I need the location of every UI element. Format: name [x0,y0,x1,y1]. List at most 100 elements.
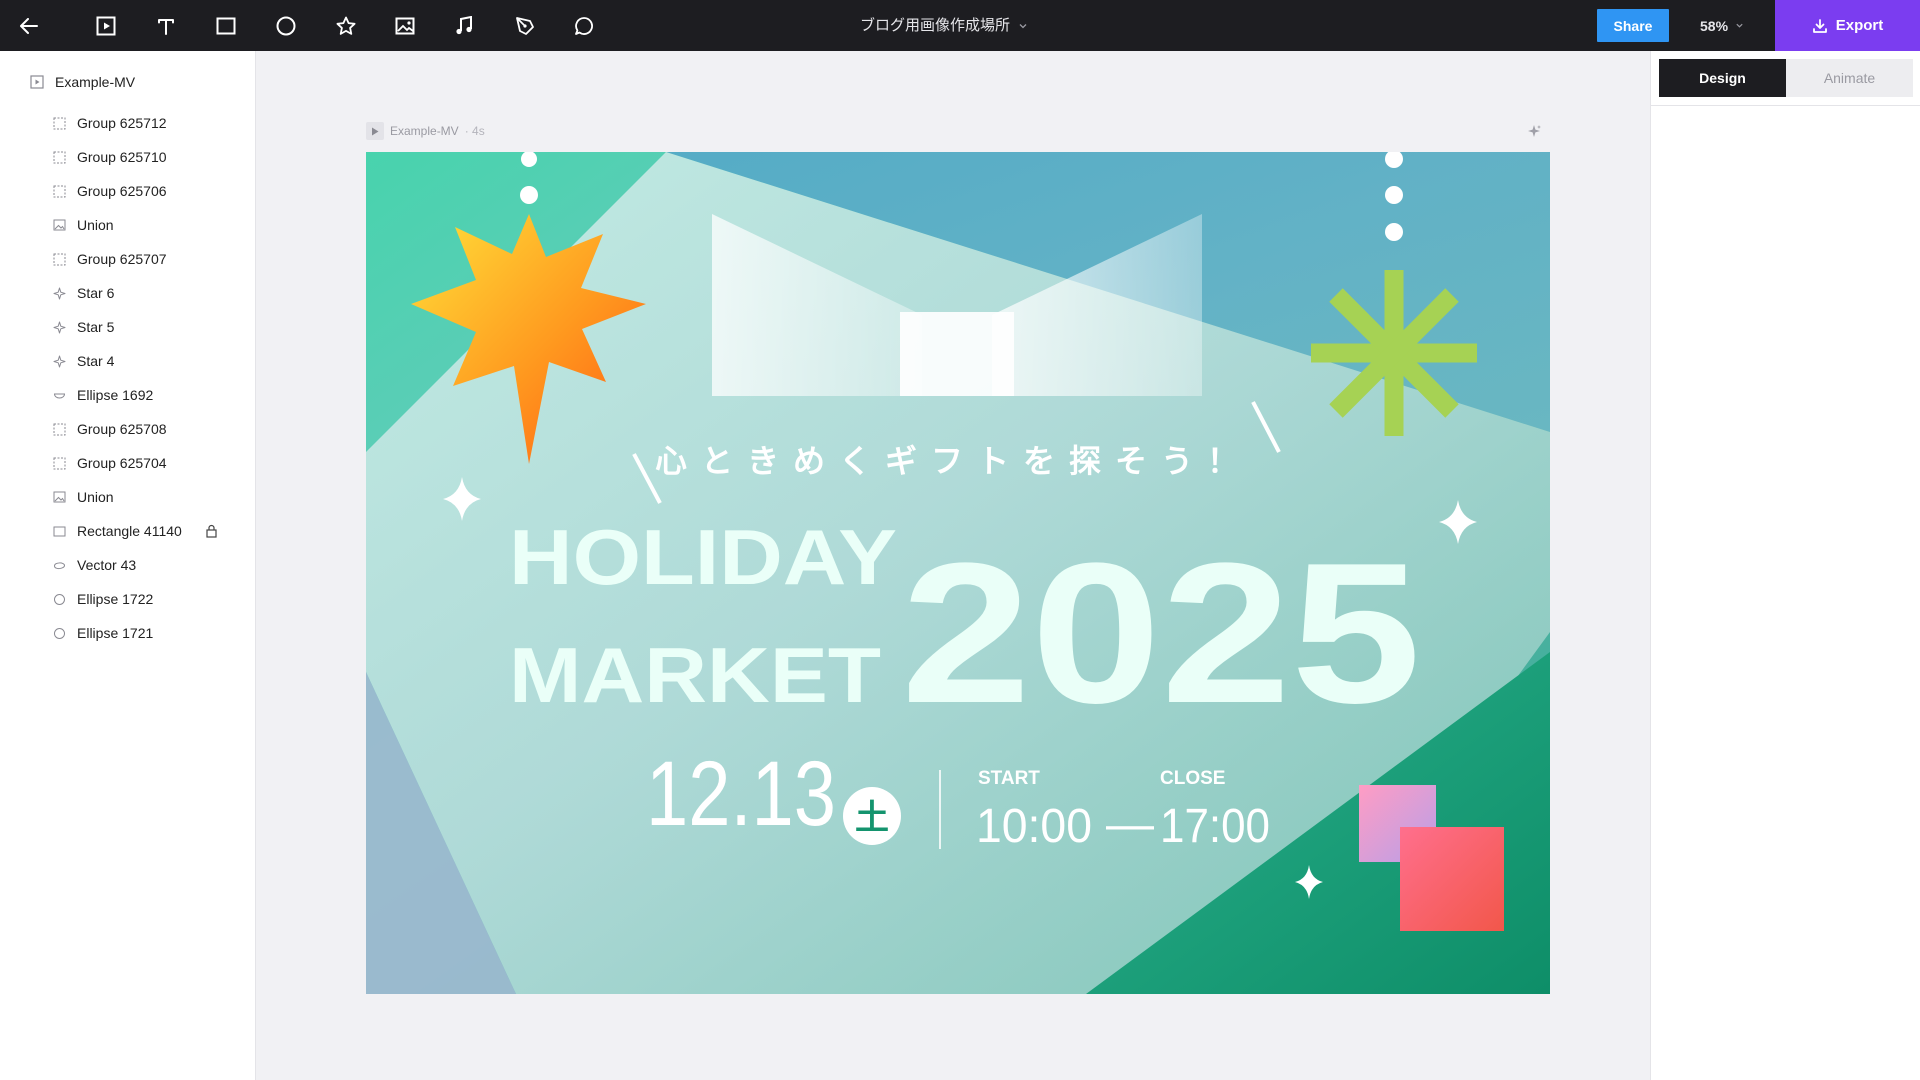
rectangle-tool-icon[interactable] [201,0,251,51]
tagline: 心ときめくギフトを探そう！ [655,442,1253,480]
download-icon [1812,18,1827,33]
layer-item-label: Star 4 [77,353,115,369]
group-icon [52,252,66,266]
layer-item[interactable]: Group 625707 [52,242,247,276]
zoom-level: 58% [1700,17,1729,34]
top-toolbar: ブログ用画像作成場所 Share 58% Export [0,0,1920,51]
layer-item[interactable]: Ellipse 1721 [52,616,247,650]
layer-list: Group 625712 Group 625710 Group 625706 Unio… [52,106,247,650]
layer-item[interactable]: Union [52,480,247,514]
event-date: 12.13 [646,743,836,845]
image-tool-icon[interactable] [380,0,430,51]
star-layer-icon [52,354,66,368]
layer-item-label: Group 625708 [77,421,167,437]
layer-item-label: Union [77,217,114,233]
zoom-dropdown[interactable]: 58% [1700,0,1744,51]
layer-item-label: Group 625704 [77,455,167,471]
layer-item[interactable]: Group 625708 [52,412,247,446]
layer-root-example-mv[interactable]: Example-MV [30,72,135,92]
ellipse-layer-icon [52,592,66,606]
sparkle-magic-icon[interactable] [1526,124,1542,145]
layer-item[interactable]: Ellipse 1692 [52,378,247,412]
star-tool-icon[interactable] [321,0,371,51]
group-icon [52,116,66,130]
layer-item-label: Union [77,489,114,505]
chevron-down-icon [1736,23,1743,28]
layer-item[interactable]: Star 6 [52,276,247,310]
pen-tool-icon[interactable] [500,0,550,51]
layer-item-label: Vector 43 [77,557,137,573]
layer-item[interactable]: Group 625706 [52,174,247,208]
star-layer-icon [52,286,66,300]
layer-item[interactable]: Vector 43 [52,548,247,582]
panel-tabs: Design Animate [1659,59,1913,97]
tab-animate[interactable]: Animate [1786,59,1913,97]
tab-design[interactable]: Design [1659,59,1786,97]
back-arrow-icon[interactable] [4,0,54,51]
group-icon [52,456,66,470]
audio-tool-icon[interactable] [439,0,489,51]
layer-item-label: Rectangle 41140 [77,523,182,539]
layer-item[interactable]: Star 4 [52,344,247,378]
comment-tool-icon[interactable] [559,0,609,51]
layer-item-label: Ellipse 1692 [77,387,154,403]
group-icon [52,422,66,436]
export-button[interactable]: Export [1775,0,1920,51]
title-line2: MARKET [509,631,881,719]
layer-item[interactable]: Group 625704 [52,446,247,480]
close-label: CLOSE [1160,768,1225,789]
red-square [1400,827,1504,931]
text-tool-icon[interactable] [141,0,191,51]
layer-item-label: Group 625710 [77,149,167,165]
export-label: Export [1835,17,1884,34]
layer-item[interactable]: Rectangle 41140 [52,514,247,548]
frame-icon [30,75,44,89]
layer-item-label: Group 625706 [77,183,167,199]
layers-panel: Example-MV Group 625712 Group 625710 Group… [0,51,256,1080]
frame-name: Example-MV [390,124,459,138]
frame-duration: · 4s [464,124,485,138]
half-ellipse-icon [52,388,66,402]
artboard-example-mv[interactable]: 心ときめくギフトを探そう！ HOLIDAY MARKET 2025 12.13 … [366,152,1550,994]
layer-item[interactable]: Union [52,208,247,242]
dot [1385,223,1403,241]
ellipse-layer-icon [52,626,66,640]
chevron-down-icon [1019,23,1027,28]
group-icon [52,184,66,198]
image-layer-icon [52,218,66,232]
document-title[interactable]: ブログ用画像作成場所 [860,0,1028,51]
layer-item[interactable]: Group 625712 [52,106,247,140]
group-icon [52,150,66,164]
properties-panel: Design Animate [1650,51,1920,1080]
time-dash: — [1106,798,1154,851]
layer-item-label: Ellipse 1721 [77,625,154,641]
dot [520,186,538,204]
vector-icon [52,558,66,572]
close-time: 17:00 [1160,800,1270,853]
play-icon[interactable] [366,122,384,140]
layer-item-label: Group 625707 [77,251,167,267]
document-title-label: ブログ用画像作成場所 [860,16,1011,34]
layer-item-label: Ellipse 1722 [77,591,154,607]
start-time: 10:00 [976,800,1092,853]
share-button[interactable]: Share [1597,9,1669,42]
canvas-area[interactable]: Example-MV · 4s 心ときめくギフトを探そう！ HOLIDAY MA… [256,51,1650,1080]
year: 2025 [901,522,1421,745]
star-layer-icon [52,320,66,334]
holiday-market-artwork: 心ときめくギフトを探そう！ HOLIDAY MARKET 2025 12.13 … [366,152,1550,994]
start-label: START [978,768,1040,789]
weekday: 土 [855,798,889,838]
title-line1: HOLIDAY [509,513,897,601]
layer-item[interactable]: Ellipse 1722 [52,582,247,616]
layer-item-label: Group 625712 [77,115,167,131]
layer-item[interactable]: Group 625710 [52,140,247,174]
frame-tool-icon[interactable] [81,0,131,51]
lock-icon[interactable] [206,524,217,541]
layer-item[interactable]: Star 5 [52,310,247,344]
rectangle-layer-icon [52,524,66,538]
frame-label[interactable]: Example-MV · 4s [366,122,485,140]
ellipse-tool-icon[interactable] [261,0,311,51]
dot [1385,186,1403,204]
layer-item-label: Star 6 [77,285,115,301]
image-layer-icon [52,490,66,504]
